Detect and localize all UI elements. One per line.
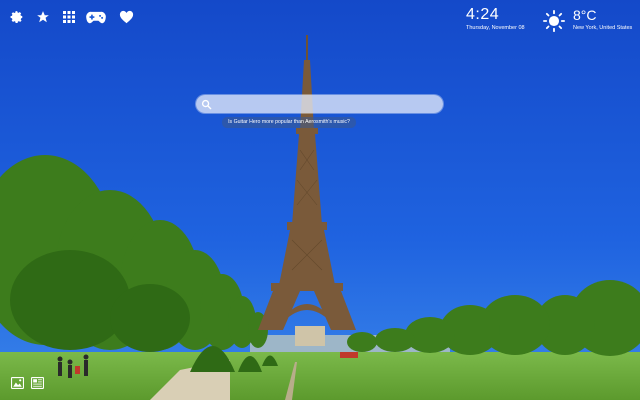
news-icon[interactable] — [30, 376, 44, 390]
search-input[interactable] — [218, 97, 437, 113]
background-photo — [0, 0, 640, 400]
clock-time: 4:24 — [466, 6, 500, 23]
clock-date: Thursday, November 08 — [466, 25, 525, 31]
gamepad-icon[interactable] — [86, 9, 106, 25]
search-bar — [196, 95, 443, 113]
weather-temperature: 8°C — [573, 7, 597, 23]
heart-icon[interactable] — [117, 9, 135, 25]
weather-location: New York, United States — [573, 25, 633, 31]
sun-icon[interactable] — [543, 10, 565, 32]
gear-icon[interactable] — [8, 9, 26, 25]
apps-grid-icon[interactable] — [60, 9, 78, 25]
top-toolbar: 4:24 Thursday, November 08 8°C New York,… — [0, 0, 640, 36]
search-suggestion[interactable]: Is Guitar Hero more popular than Aerosmi… — [222, 117, 356, 128]
image-icon[interactable] — [10, 376, 24, 390]
star-icon[interactable] — [34, 9, 52, 25]
search-icon[interactable] — [196, 95, 216, 113]
